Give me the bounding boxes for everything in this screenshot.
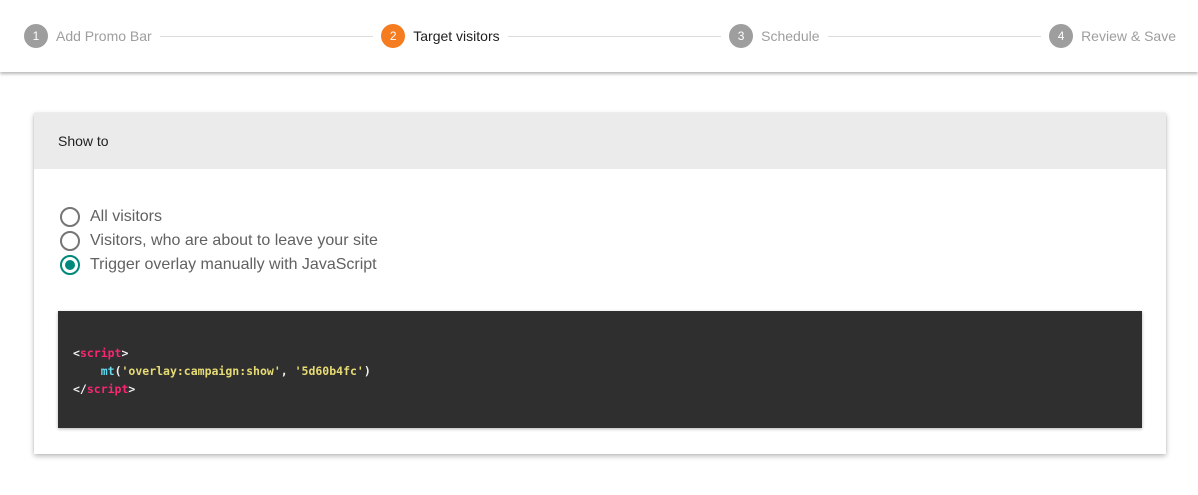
step-number-badge: 4 bbox=[1049, 24, 1074, 48]
radio-exit-intent-visitors[interactable] bbox=[60, 231, 80, 251]
option-label: Visitors, who are about to leave your si… bbox=[90, 232, 378, 249]
option-all-visitors[interactable]: All visitors bbox=[60, 205, 378, 229]
step-connector bbox=[159, 35, 374, 37]
radio-trigger-manually[interactable] bbox=[60, 255, 80, 275]
code-string: 'overlay:campaign:show' bbox=[121, 364, 281, 378]
code-line-close-tag: </script> bbox=[73, 380, 1142, 398]
code-function: mt bbox=[100, 364, 115, 378]
option-label: Trigger overlay manually with JavaScript bbox=[90, 256, 377, 273]
code-line-open-tag: <script> bbox=[73, 344, 1142, 362]
step-label: Review & Save bbox=[1081, 28, 1176, 44]
card-title: Show to bbox=[34, 113, 1166, 169]
code-punct: > bbox=[121, 346, 129, 360]
radio-all-visitors[interactable] bbox=[60, 207, 80, 227]
step-schedule[interactable]: 3 Schedule bbox=[729, 24, 820, 48]
code-punct: ) bbox=[363, 364, 371, 378]
step-connector bbox=[827, 35, 1042, 37]
code-line-call: mt('overlay:campaign:show', '5d60b4fc') bbox=[73, 362, 1142, 380]
code-punct: , bbox=[280, 364, 295, 378]
code-tag: script bbox=[79, 346, 122, 360]
show-to-card: Show to All visitors Visitors, who are a… bbox=[34, 113, 1166, 454]
code-tag: script bbox=[86, 382, 129, 396]
step-connector bbox=[507, 35, 722, 37]
code-punct: > bbox=[128, 382, 136, 396]
code-punct: < bbox=[73, 346, 80, 360]
step-label: Schedule bbox=[761, 28, 820, 44]
javascript-snippet[interactable]: <script> mt('overlay:campaign:show', '5d… bbox=[58, 311, 1142, 428]
option-exit-intent-visitors[interactable]: Visitors, who are about to leave your si… bbox=[60, 229, 378, 253]
step-label: Target visitors bbox=[413, 28, 500, 44]
step-number-badge: 1 bbox=[24, 24, 48, 48]
wizard-stepper: 1 Add Promo Bar 2 Target visitors 3 Sche… bbox=[0, 0, 1198, 72]
option-trigger-manually[interactable]: Trigger overlay manually with JavaScript bbox=[60, 253, 378, 277]
code-string: '5d60b4fc' bbox=[294, 364, 364, 378]
code-punct: ( bbox=[114, 364, 122, 378]
step-label: Add Promo Bar bbox=[56, 28, 152, 44]
step-number-badge: 3 bbox=[729, 24, 754, 48]
step-add-promo-bar[interactable]: 1 Add Promo Bar bbox=[24, 24, 152, 48]
step-number-badge: 2 bbox=[381, 24, 406, 48]
code-punct: </ bbox=[73, 382, 87, 396]
step-target-visitors[interactable]: 2 Target visitors bbox=[381, 24, 500, 48]
visitor-targeting-options: All visitors Visitors, who are about to … bbox=[60, 205, 378, 277]
step-review-save[interactable]: 4 Review & Save bbox=[1049, 24, 1176, 48]
option-label: All visitors bbox=[90, 208, 163, 225]
